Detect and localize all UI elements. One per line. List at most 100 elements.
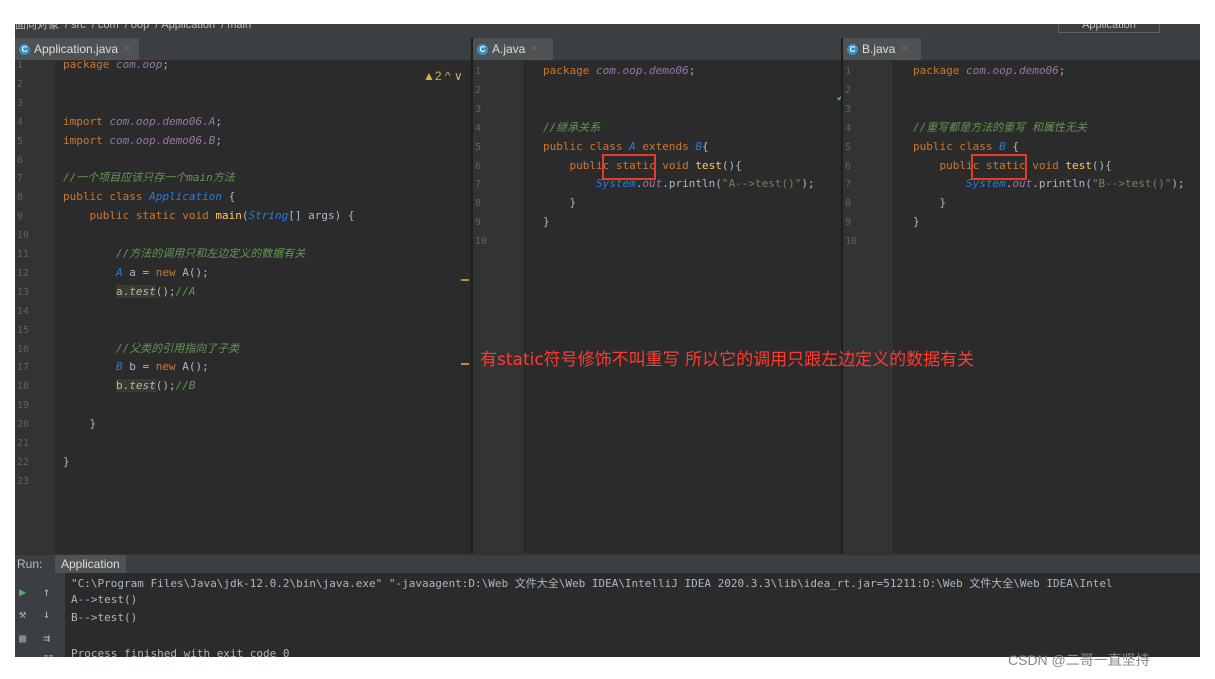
close-icon[interactable]: × (901, 38, 907, 60)
line-number: 1 (845, 66, 852, 77)
code-line[interactable]: } (543, 213, 550, 231)
console-line: "C:\Program Files\Java\jdk-12.0.2\bin\ja… (71, 577, 1113, 590)
tab-a-java[interactable]: C A.java × (473, 38, 553, 60)
line-number: 12 (17, 267, 30, 279)
code-line[interactable]: } (913, 213, 920, 231)
line-number: 4 (845, 122, 852, 134)
class-icon: C (19, 43, 30, 55)
code-line[interactable]: //方法的调用只和左边定义的数据有关 (63, 245, 305, 263)
code-line[interactable]: public class A extends B{ (543, 138, 709, 156)
line-number: 11 (17, 249, 30, 260)
line-number: 7 (845, 179, 852, 191)
code-line[interactable]: } (63, 415, 96, 433)
code-line[interactable]: } (913, 194, 946, 212)
line-number: 5 (845, 141, 852, 153)
line-number: 10 (845, 236, 858, 248)
line-number: 4 (17, 116, 24, 128)
breadcrumb: 面向对象 / src / com / oop / Application / main (15, 24, 1200, 38)
line-number: 19 (17, 400, 30, 412)
code-line[interactable]: import com.oop.demo06.A; (63, 113, 222, 131)
line-number: 18 (17, 381, 30, 393)
print-icon[interactable]: ☷ (43, 653, 54, 657)
pin-icon[interactable]: × (19, 653, 26, 657)
code-line[interactable]: A a = new A(); (63, 264, 209, 282)
editor-pane-a: C A.java × 1 package com.oop.demo06; 2 3 4 //… (473, 38, 841, 554)
line-number: 7 (475, 179, 482, 191)
ide-window: 面向对象 / src / com / oop / Application / main A… (15, 24, 1200, 657)
breadcrumb-item[interactable]: 面向对象 (15, 24, 59, 31)
line-number: 3 (845, 103, 852, 115)
code-line[interactable]: System.out.println("B-->test()"); (913, 175, 1185, 193)
run-configuration-select[interactable]: Application (1058, 24, 1160, 33)
annotation-text: 有static符号修饰不叫重写 所以它的调用只跟左边定义的数据有关 (480, 350, 975, 370)
line-number: 10 (17, 230, 30, 242)
line-number: 17 (17, 362, 30, 374)
code-editor[interactable]: 1 package com.oop; 2 3 4 import com.oop.demo0… (15, 58, 471, 554)
run-panel: Run: Application ▶ ↑ ⚒ ↓ ■ ⇉ × ☷ "C:\Pro… (15, 554, 1200, 657)
stop-icon[interactable]: ■ (19, 631, 26, 645)
class-icon: C (847, 43, 858, 55)
tab-run-application[interactable]: Application (55, 555, 126, 573)
console-line: Process finished with exit code 0 (71, 647, 290, 657)
breadcrumb-item[interactable]: com (98, 24, 119, 31)
code-editor[interactable]: 1 package com.oop.demo06; 2 3 4 //重写都是方法的重写 和… (843, 60, 1200, 554)
line-number: 10 (475, 236, 488, 248)
highlight-box (971, 154, 1027, 180)
code-line[interactable]: package com.oop.demo06; (913, 62, 1065, 80)
line-number: 6 (17, 154, 24, 166)
warning-indicator[interactable]: ▲2 ^ ∨ (423, 69, 463, 83)
line-number: 7 (17, 173, 24, 185)
rerun-icon[interactable]: ▶ (19, 585, 26, 599)
line-number: 6 (475, 160, 482, 172)
code-line[interactable]: //一个项目应该只存一个main方法 (63, 169, 235, 187)
line-number: 13 (17, 286, 30, 298)
code-line[interactable]: package com.oop; (63, 56, 169, 74)
editor-pane-application: C Application.java × 1 package com.oop; 2 3… (15, 38, 471, 554)
code-line[interactable]: System.out.println("A-->test()"); (543, 175, 815, 193)
line-number: 16 (17, 343, 30, 355)
highlight-box (602, 154, 656, 180)
code-line[interactable]: } (543, 194, 576, 212)
code-line[interactable]: a.test();//A (63, 283, 195, 301)
code-editor[interactable]: 1 package com.oop.demo06; 2 3 4 //继承关系 5 public… (473, 60, 841, 554)
run-panel-header: Run: Application (15, 555, 1200, 573)
code-line[interactable]: import com.oop.demo06.B; (63, 132, 222, 150)
line-number: 8 (845, 198, 852, 210)
code-line[interactable]: package com.oop.demo06; (543, 62, 695, 80)
code-line[interactable]: B b = new A(); (63, 358, 209, 376)
code-line[interactable]: public static void main(String[] args) { (63, 207, 355, 225)
line-number: 9 (845, 217, 852, 229)
change-marker (461, 363, 469, 365)
breadcrumb-item[interactable]: oop (131, 24, 149, 31)
editor-tabbar: C B.java × (843, 38, 1200, 61)
line-number: 23 (17, 475, 30, 487)
line-number: 22 (17, 456, 30, 468)
line-number: 9 (475, 217, 482, 229)
console-line: B-->test() (71, 611, 138, 624)
line-number: 5 (475, 141, 482, 153)
code-line[interactable]: //重写都是方法的重写 和属性无关 (913, 119, 1087, 137)
code-line[interactable]: } (63, 453, 70, 471)
line-number: 2 (845, 84, 852, 96)
scroll-up-icon[interactable]: ↑ (43, 585, 50, 599)
close-icon[interactable]: × (531, 38, 537, 60)
breadcrumb-item[interactable]: src (71, 24, 86, 31)
line-number: 20 (17, 419, 30, 431)
code-line[interactable]: public class B { (913, 138, 1019, 156)
line-number: 8 (475, 198, 482, 210)
scroll-down-icon[interactable]: ↓ (43, 607, 50, 621)
class-icon: C (477, 43, 488, 55)
change-marker (461, 279, 469, 281)
wrench-icon[interactable]: ⚒ (19, 607, 26, 621)
editor-tabbar: C A.java × (473, 38, 841, 61)
breadcrumb-item[interactable]: Application (161, 24, 215, 31)
tab-b-java[interactable]: C B.java × (843, 38, 921, 60)
line-number: 9 (17, 211, 24, 223)
soft-wrap-icon[interactable]: ⇉ (43, 631, 50, 645)
breadcrumb-item[interactable]: main (227, 24, 251, 31)
code-line[interactable]: b.test();//B (63, 377, 195, 395)
code-line[interactable]: //父类的引用指向了子类 (63, 340, 239, 358)
code-line[interactable]: //继承关系 (543, 119, 600, 137)
code-line[interactable]: public class Application { (63, 188, 235, 206)
line-number: 2 (475, 84, 482, 96)
